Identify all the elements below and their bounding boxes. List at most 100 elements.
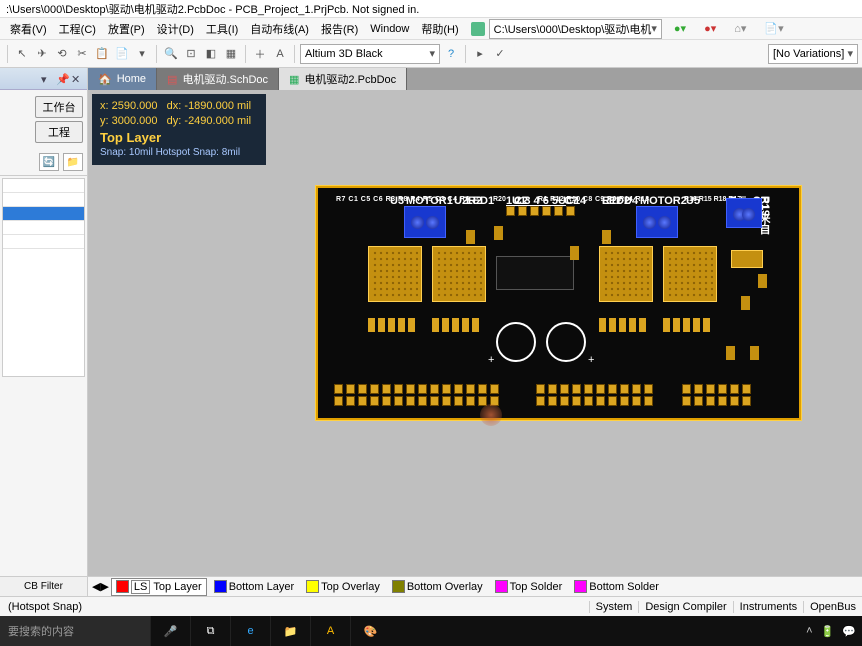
layer-bottom-solder[interactable]: Bottom Solder bbox=[569, 578, 664, 595]
explorer-icon[interactable]: 📁 bbox=[270, 616, 310, 646]
menu-project[interactable]: 工程(C) bbox=[53, 19, 102, 39]
taskbar-search[interactable]: 要搜索的内容 bbox=[0, 616, 150, 646]
panel-pin-icon[interactable]: 📌 bbox=[56, 73, 68, 85]
refresh-icon[interactable]: 🔄 bbox=[39, 153, 59, 171]
status-system[interactable]: System bbox=[589, 601, 639, 613]
altium-icon[interactable]: A bbox=[310, 616, 350, 646]
connector-p1[interactable] bbox=[726, 198, 762, 228]
bottom-pads-right[interactable] bbox=[682, 384, 751, 394]
paint-icon[interactable]: 🎨 bbox=[350, 616, 390, 646]
menu-tools[interactable]: 工具(I) bbox=[200, 19, 244, 39]
taskview-icon[interactable]: ⧉ bbox=[190, 616, 230, 646]
folder-icon[interactable]: 📁 bbox=[63, 153, 83, 171]
pcb-board[interactable]: MOTOR1 LED1 1 2 3 4 6 5U LED2 MOTOR2 R2 … bbox=[316, 186, 801, 420]
tray-chat-icon[interactable]: 💬 bbox=[842, 625, 856, 638]
component-c2[interactable] bbox=[496, 322, 536, 362]
project-button[interactable]: 工程 bbox=[35, 121, 83, 143]
tab-schdoc[interactable]: ▤电机驱动.SchDoc bbox=[157, 68, 279, 90]
theme-combo[interactable]: Altium 3D Black bbox=[300, 44, 440, 64]
home-icon: 🏠 bbox=[98, 73, 112, 86]
bottom-pads-mid2[interactable] bbox=[536, 396, 653, 406]
heads-up-display: x: 2590.000 dx: -1890.000 mil y: 3000.00… bbox=[92, 94, 266, 165]
statusbar: (Hotspot Snap) System Design Compiler In… bbox=[0, 596, 862, 616]
path-combo[interactable]: C:\Users\000\Desktop\驱动\电机 bbox=[489, 19, 662, 39]
tool-area-icon[interactable]: ◧ bbox=[202, 45, 220, 63]
tool-grid-icon[interactable]: ▦ bbox=[222, 45, 240, 63]
tool-text-icon[interactable]: A bbox=[271, 45, 289, 63]
tree-row[interactable] bbox=[3, 235, 84, 249]
tray-chevron-icon[interactable]: ˄ bbox=[806, 625, 812, 637]
tree-row[interactable] bbox=[3, 221, 84, 235]
layer-bottom-overlay[interactable]: Bottom Overlay bbox=[387, 578, 488, 595]
tool-rotate-icon[interactable]: ⟲ bbox=[53, 45, 71, 63]
tool-cut-icon[interactable]: ✂ bbox=[73, 45, 91, 63]
status-instruments[interactable]: Instruments bbox=[733, 601, 803, 613]
windows-taskbar: 要搜索的内容 🎤 ⧉ e 📁 A 🎨 ˄ 🔋 💬 bbox=[0, 616, 862, 646]
bottom-pads-left[interactable] bbox=[334, 384, 499, 394]
tool-zoom-icon[interactable]: 🔍 bbox=[162, 45, 180, 63]
dxp-icon[interactable] bbox=[471, 22, 485, 36]
menu-place[interactable]: 放置(P) bbox=[102, 19, 151, 39]
component-right[interactable] bbox=[731, 250, 763, 268]
tool-paste-icon[interactable]: 📄 bbox=[113, 45, 131, 63]
tab-pcbdoc-active[interactable]: ▦电机驱动2.PcbDoc bbox=[279, 68, 407, 90]
menubar: 察看(V) 工程(C) 放置(P) 设计(D) 工具(I) 自动布线(A) 报告… bbox=[0, 18, 862, 40]
tree-row[interactable] bbox=[3, 179, 84, 193]
tree-row-selected[interactable] bbox=[3, 207, 84, 221]
pcb-filter-tab[interactable]: CB Filter bbox=[0, 576, 87, 596]
tool-help-icon[interactable]: ? bbox=[442, 45, 460, 63]
layer-top-overlay[interactable]: Top Overlay bbox=[301, 578, 385, 595]
panel-dropdown-icon[interactable]: ▾ bbox=[41, 73, 53, 85]
menu-help[interactable]: 帮助(H) bbox=[415, 19, 464, 39]
component-u1[interactable] bbox=[496, 256, 574, 290]
component-c7[interactable] bbox=[546, 322, 586, 362]
layer-top-solder[interactable]: Top Solder bbox=[490, 578, 568, 595]
tool-mark-icon[interactable]: ✓ bbox=[491, 45, 509, 63]
workspace-button[interactable]: 工作台 bbox=[35, 96, 83, 118]
tool-drop-icon[interactable]: ▾ bbox=[133, 45, 151, 63]
smd-r11[interactable] bbox=[602, 230, 611, 244]
status-snap: (Hotspot Snap) bbox=[0, 601, 90, 613]
tool-cursor-icon[interactable]: ↖ bbox=[13, 45, 31, 63]
component-u2[interactable] bbox=[432, 246, 486, 302]
smd-c14[interactable] bbox=[570, 246, 579, 260]
status-openbus[interactable]: OpenBus bbox=[803, 601, 862, 613]
layer-arrows-icon[interactable]: ◀▶ bbox=[92, 580, 109, 593]
pcb-icon: ▦ bbox=[289, 73, 299, 86]
layer-bottom[interactable]: Bottom Layer bbox=[209, 578, 299, 595]
tree-row[interactable] bbox=[3, 193, 84, 207]
window-title: :\Users\000\Desktop\驱动\电机驱动2.PcbDoc - PC… bbox=[0, 0, 862, 18]
tray-battery-icon[interactable]: 🔋 bbox=[821, 625, 835, 638]
cursor-indicator bbox=[480, 404, 502, 426]
bottom-pads-mid[interactable] bbox=[536, 384, 653, 394]
tool-plus-icon[interactable]: ＋ bbox=[251, 45, 269, 63]
menu-window[interactable]: Window bbox=[364, 21, 415, 37]
tool-fit-icon[interactable]: ⊡ bbox=[182, 45, 200, 63]
variations-combo[interactable]: [No Variations] bbox=[768, 44, 858, 64]
status-design-compiler[interactable]: Design Compiler bbox=[638, 601, 732, 613]
menu-report[interactable]: 报告(R) bbox=[315, 19, 364, 39]
layer-tabs: ◀▶ LSTop Layer Bottom Layer Top Overlay … bbox=[88, 576, 862, 596]
menu-autoroute[interactable]: 自动布线(A) bbox=[244, 19, 315, 39]
menu-view[interactable]: 察看(V) bbox=[4, 19, 53, 39]
cortana-icon[interactable]: 🎤 bbox=[150, 616, 190, 646]
layer-top[interactable]: LSTop Layer bbox=[111, 578, 207, 596]
component-u3[interactable] bbox=[368, 246, 422, 302]
tool-fly-icon[interactable]: ✈ bbox=[33, 45, 51, 63]
connector-motor1[interactable] bbox=[404, 206, 446, 238]
menu-design[interactable]: 设计(D) bbox=[151, 19, 200, 39]
bottom-pads-left2[interactable] bbox=[334, 396, 499, 406]
connector-motor2[interactable] bbox=[636, 206, 678, 238]
tool-copy-icon[interactable]: 📋 bbox=[93, 45, 111, 63]
component-u5[interactable] bbox=[663, 246, 717, 302]
tab-home[interactable]: 🏠Home bbox=[88, 68, 157, 90]
bottom-pads-right2[interactable] bbox=[682, 396, 751, 406]
component-u4[interactable] bbox=[599, 246, 653, 302]
header-pads[interactable] bbox=[506, 206, 575, 216]
edge-icon[interactable]: e bbox=[230, 616, 270, 646]
project-tree[interactable] bbox=[2, 178, 85, 377]
smd-r2[interactable] bbox=[466, 230, 475, 244]
tool-next-icon[interactable]: ▸ bbox=[471, 45, 489, 63]
panel-close-icon[interactable]: ✕ bbox=[71, 73, 83, 85]
pcb-canvas[interactable]: x: 2590.000 dx: -1890.000 mil y: 3000.00… bbox=[88, 90, 862, 576]
